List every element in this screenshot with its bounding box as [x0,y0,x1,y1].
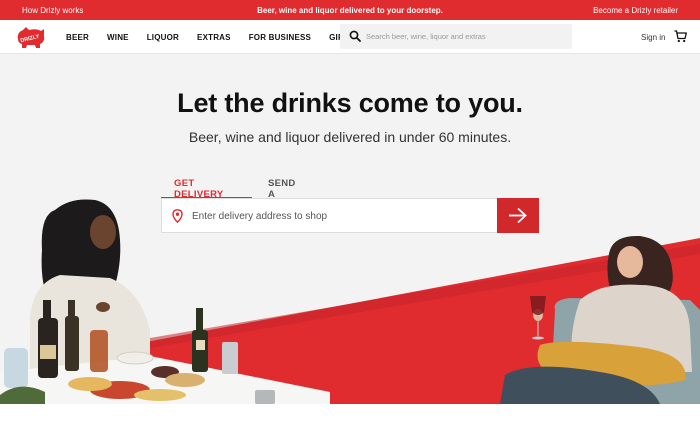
arrow-right-icon [509,207,527,224]
address-placeholder: Enter delivery address to shop [192,211,328,222]
location-pin-icon [172,209,183,223]
hero-title: Let the drinks come to you. [177,88,523,118]
page-bottom [0,404,700,437]
hero-subtitle: Beer, wine and liquor delivered in under… [188,129,512,145]
delivery-address-input[interactable]: Enter delivery address to shop [161,198,498,233]
submit-address-button[interactable] [497,198,539,233]
